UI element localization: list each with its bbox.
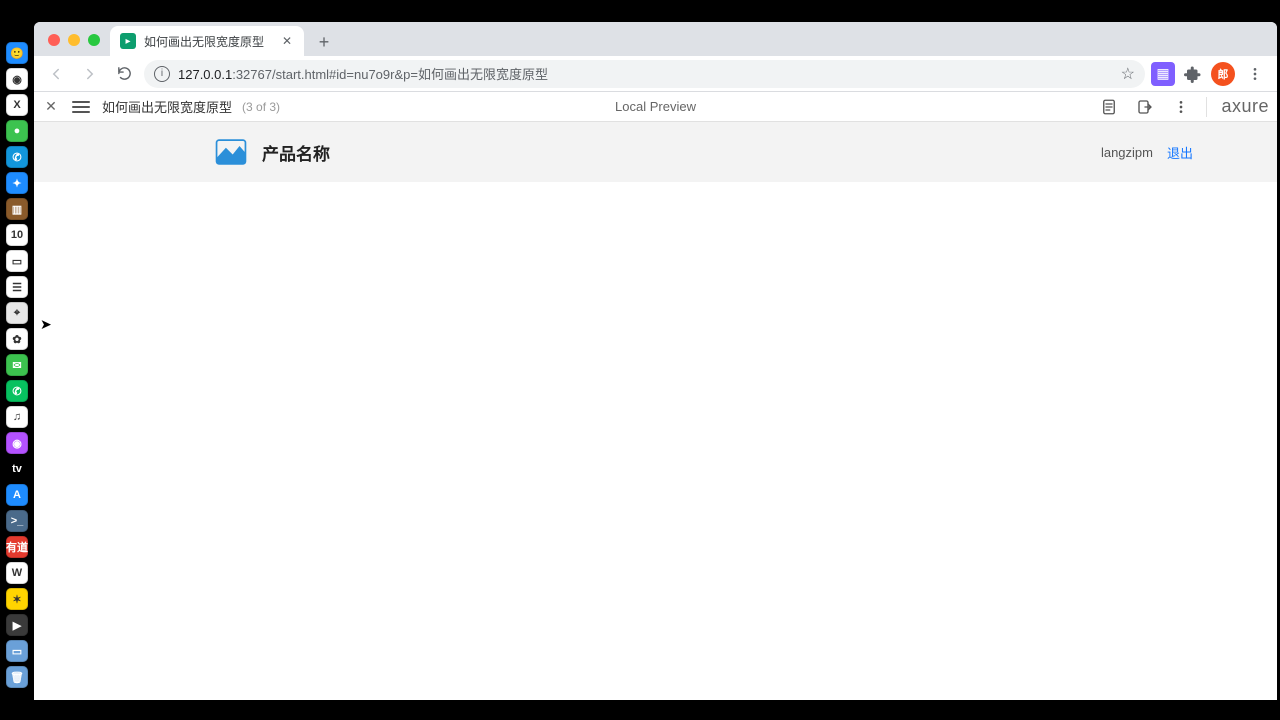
share-button[interactable] (1134, 96, 1156, 118)
dock-finder-icon[interactable]: 🙂 (6, 42, 28, 64)
dock-reminders-icon[interactable]: ☰ (6, 276, 28, 298)
kebab-icon (1247, 66, 1263, 82)
panel-close-button[interactable]: ✕ (42, 98, 60, 116)
tab-strip: ▸ 如何画出无限宽度原型 ✕ + (34, 22, 1277, 56)
tab-title: 如何画出无限宽度原型 (144, 33, 264, 50)
chrome-menu-button[interactable] (1241, 60, 1269, 88)
dock-appletv-icon[interactable]: tv (6, 458, 28, 480)
new-tab-button[interactable]: + (310, 28, 338, 56)
logout-link[interactable]: 退出 (1167, 143, 1193, 162)
macos-dock: 🙂 ◉ X ● ✆ ✦ ▥ 10 ▭ ☰ ⌖ ✿ ✉ ✆ ♫ ◉ tv A >_ 有道 W ✶ ▶ ▭ 🗑 (4, 40, 30, 690)
window-controls (42, 34, 110, 56)
user-name-label: langzipm (1101, 145, 1153, 160)
profile-avatar[interactable]: 郎 (1211, 62, 1235, 86)
browser-tab[interactable]: ▸ 如何画出无限宽度原型 ✕ (110, 26, 304, 56)
page-header: 产品名称 langzipm 退出 (34, 122, 1277, 182)
window-zoom-button[interactable] (88, 34, 100, 46)
product-logo-icon (214, 137, 248, 167)
dock-butterfly-icon[interactable]: ✶ (6, 588, 28, 610)
mouse-cursor-icon: ➤ (40, 316, 52, 333)
product-name-label: 产品名称 (262, 140, 330, 165)
arrow-right-icon (81, 65, 99, 83)
hamburger-icon (72, 100, 90, 114)
extensions-puzzle-icon[interactable] (1181, 62, 1205, 86)
axure-page-count: (3 of 3) (242, 100, 280, 114)
axure-preview-bar: ✕ 如何画出无限宽度原型 (3 of 3) Local Preview axur… (34, 92, 1277, 122)
dock-desktop-icon[interactable]: ▭ (6, 640, 28, 662)
user-block: langzipm 退出 (1101, 143, 1253, 162)
tab-favicon-icon: ▸ (120, 33, 136, 49)
chrome-window: ▸ 如何画出无限宽度原型 ✕ + i 127.0.0.1:32767/start… (34, 22, 1277, 700)
dock-messages-icon[interactable]: ✉ (6, 354, 28, 376)
dock-terminal-icon[interactable]: >_ (6, 510, 28, 532)
extension-1-icon[interactable]: ▦ (1151, 62, 1175, 86)
dock-videos-icon[interactable]: ▶ (6, 614, 28, 636)
nav-back-button[interactable] (42, 60, 70, 88)
dock-axure-icon[interactable]: X (6, 94, 28, 116)
axure-page-name: 如何画出无限宽度原型 (102, 97, 232, 116)
dock-wechat-mini-icon[interactable]: ● (6, 120, 28, 142)
arrow-left-icon (47, 65, 65, 83)
window-minimize-button[interactable] (68, 34, 80, 46)
panel-menu-button[interactable] (70, 96, 92, 118)
share-icon (1136, 98, 1154, 116)
url-text: 127.0.0.1:32767/start.html#id=nu7o9r&p=如… (178, 64, 548, 83)
tab-close-button[interactable]: ✕ (280, 34, 294, 48)
notes-icon (1100, 98, 1118, 116)
dock-calendar-icon[interactable]: 10 (6, 224, 28, 246)
site-info-icon[interactable]: i (154, 66, 170, 82)
bookmark-star-icon[interactable]: ☆ (1121, 64, 1135, 84)
reload-icon (116, 65, 133, 82)
prototype-page: 产品名称 langzipm 退出 ➤ (34, 122, 1277, 700)
address-bar[interactable]: i 127.0.0.1:32767/start.html#id=nu7o9r&p… (144, 60, 1145, 88)
browser-toolbar: i 127.0.0.1:32767/start.html#id=nu7o9r&p… (34, 56, 1277, 92)
dock-chrome-icon[interactable]: ◉ (6, 68, 28, 90)
axure-logo: axure (1206, 97, 1269, 117)
dock-music-icon[interactable]: ♫ (6, 406, 28, 428)
nav-reload-button[interactable] (110, 60, 138, 88)
dock-trash-icon[interactable]: 🗑 (6, 666, 28, 688)
dock-photos-icon[interactable]: ✿ (6, 328, 28, 350)
dock-dingtalk-icon[interactable]: ✆ (6, 146, 28, 168)
dock-appstore-icon[interactable]: A (6, 484, 28, 506)
dock-wps-icon[interactable]: W (6, 562, 28, 584)
dock-safari-icon[interactable]: ✦ (6, 172, 28, 194)
nav-forward-button[interactable] (76, 60, 104, 88)
dock-podcasts-icon[interactable]: ◉ (6, 432, 28, 454)
axure-center-label: Local Preview (615, 99, 696, 114)
window-close-button[interactable] (48, 34, 60, 46)
dock-wechat-icon[interactable]: ✆ (6, 380, 28, 402)
axure-menu-button[interactable] (1170, 96, 1192, 118)
dock-contacts-icon[interactable]: ▥ (6, 198, 28, 220)
dock-maps-icon[interactable]: ⌖ (6, 302, 28, 324)
kebab-icon (1173, 99, 1189, 115)
dock-notes-icon[interactable]: ▭ (6, 250, 28, 272)
dock-youdao-icon[interactable]: 有道 (6, 536, 28, 558)
notes-panel-button[interactable] (1098, 96, 1120, 118)
